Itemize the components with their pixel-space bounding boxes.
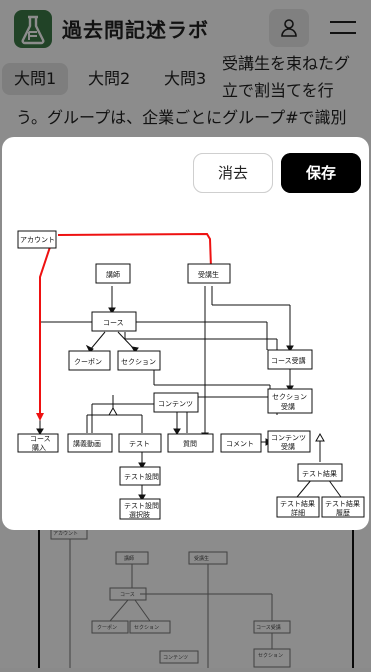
diagram-canvas[interactable]: アカウント 講師 受講生 コース クーポン セクション コース受講 コンテンツ …: [2, 137, 369, 530]
label-contents-enroll-1: コンテンツ: [271, 434, 306, 442]
label-section-enroll-2: 受講: [281, 402, 295, 411]
label-test-choice-1: テスト設問: [124, 501, 159, 510]
label-coupon: クーポン: [74, 358, 102, 366]
label-test-choice-2: 選択肢: [129, 510, 150, 519]
label-contents: コンテンツ: [158, 400, 193, 408]
label-section: セクション: [121, 358, 156, 366]
label-comment: コメント: [226, 440, 254, 448]
label-student: 受講生: [198, 270, 219, 279]
save-button-top[interactable]: 保存: [281, 153, 361, 193]
label-test-question: テスト設問: [124, 472, 159, 481]
label-test-result: テスト結果: [302, 469, 337, 478]
label-course-buy-1: コース: [30, 435, 51, 443]
label-test: テスト: [129, 440, 150, 448]
label-section-enroll-1: セクション: [272, 393, 307, 401]
label-test-result-history-1: テスト結果: [325, 499, 360, 508]
label-lecture-video: 講義動画: [73, 439, 101, 448]
label-test-result-history-2: 履歴: [336, 509, 350, 517]
label-question: 質問: [183, 439, 197, 448]
label-test-result-detail-2: 詳細: [291, 508, 305, 517]
label-teacher: 講師: [106, 270, 120, 279]
label-account: アカウント: [20, 236, 55, 244]
clear-button-top[interactable]: 消去: [193, 153, 273, 193]
label-course: コース: [103, 319, 124, 327]
label-contents-enroll-2: 受講: [281, 442, 295, 451]
diagram-editor-modal: 消去 保存: [2, 137, 369, 530]
label-test-result-detail-1: テスト結果: [280, 499, 315, 508]
label-course-enroll: コース受講: [271, 356, 306, 365]
label-course-buy-2: 購入: [32, 443, 46, 452]
